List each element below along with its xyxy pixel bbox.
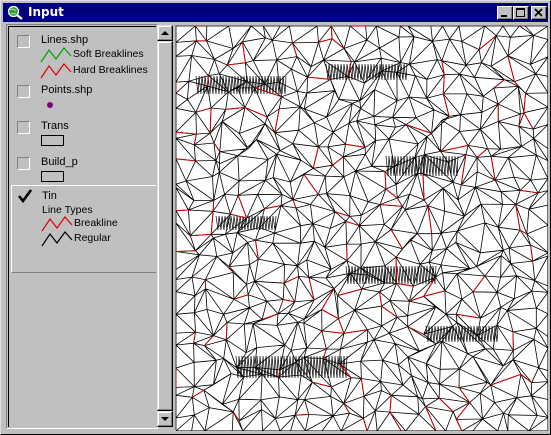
table-of-contents: Lines.shp Soft Breaklines Hard Breakline… xyxy=(6,24,158,429)
layer-visibility-checkbox[interactable] xyxy=(17,85,30,98)
input-view-window: Input Lines.shp Soft Breaklines Hard Bre… xyxy=(0,0,551,435)
layer-name: Trans xyxy=(41,120,69,132)
polygon-symbol-icon xyxy=(41,171,64,182)
arrow-down-icon xyxy=(161,417,169,421)
scroll-down-button[interactable] xyxy=(157,411,173,427)
legend-label: Breakline xyxy=(74,217,118,229)
maximize-button[interactable] xyxy=(513,6,529,20)
tin-triangulation-map xyxy=(176,26,548,431)
legend-label: Regular xyxy=(74,232,111,244)
map-display[interactable] xyxy=(175,25,548,431)
title-bar[interactable]: Input xyxy=(3,3,548,22)
minimize-button[interactable] xyxy=(497,6,513,20)
legend-subtitle: Line Types xyxy=(42,204,93,216)
line-symbol-icon xyxy=(41,216,73,232)
toc-vertical-scrollbar[interactable] xyxy=(157,25,173,427)
maximize-icon xyxy=(516,8,525,17)
tin-regular-edges xyxy=(176,26,548,431)
close-icon xyxy=(534,8,543,17)
close-button[interactable] xyxy=(531,6,547,20)
globe-magnifier-icon xyxy=(7,5,23,20)
layer-visibility-checkbox[interactable] xyxy=(17,157,30,170)
scroll-up-button[interactable] xyxy=(157,25,173,41)
line-symbol-icon xyxy=(40,47,72,63)
legend-label: Soft Breaklines xyxy=(73,48,144,60)
layer-entry-build-p[interactable]: Build_p xyxy=(11,153,156,187)
layer-entry-lines[interactable]: Lines.shp Soft Breaklines Hard Breakline… xyxy=(11,31,156,83)
legend-label: Hard Breaklines xyxy=(73,64,148,76)
layer-name: Tin xyxy=(42,190,57,202)
layer-name: Lines.shp xyxy=(41,34,89,46)
layer-visibility-checkbox[interactable] xyxy=(17,35,30,48)
layer-name: Build_p xyxy=(41,156,78,168)
point-symbol-icon xyxy=(47,102,53,108)
layer-entry-trans[interactable]: Trans xyxy=(11,117,156,151)
layer-name: Points.shp xyxy=(41,84,93,96)
layer-entry-points[interactable]: Points.shp xyxy=(11,81,156,115)
window-title: Input xyxy=(28,5,64,19)
polygon-symbol-icon xyxy=(41,135,64,146)
checkmark-icon[interactable] xyxy=(17,188,33,204)
line-symbol-icon xyxy=(40,63,72,79)
layer-entry-tin[interactable]: Tin Line Types Breakline Regular xyxy=(11,185,156,273)
scroll-thumb[interactable] xyxy=(157,41,173,411)
layer-visibility-checkbox[interactable] xyxy=(17,121,30,134)
minimize-icon xyxy=(501,15,507,17)
line-symbol-icon xyxy=(41,231,73,247)
arrow-up-icon xyxy=(161,31,169,35)
